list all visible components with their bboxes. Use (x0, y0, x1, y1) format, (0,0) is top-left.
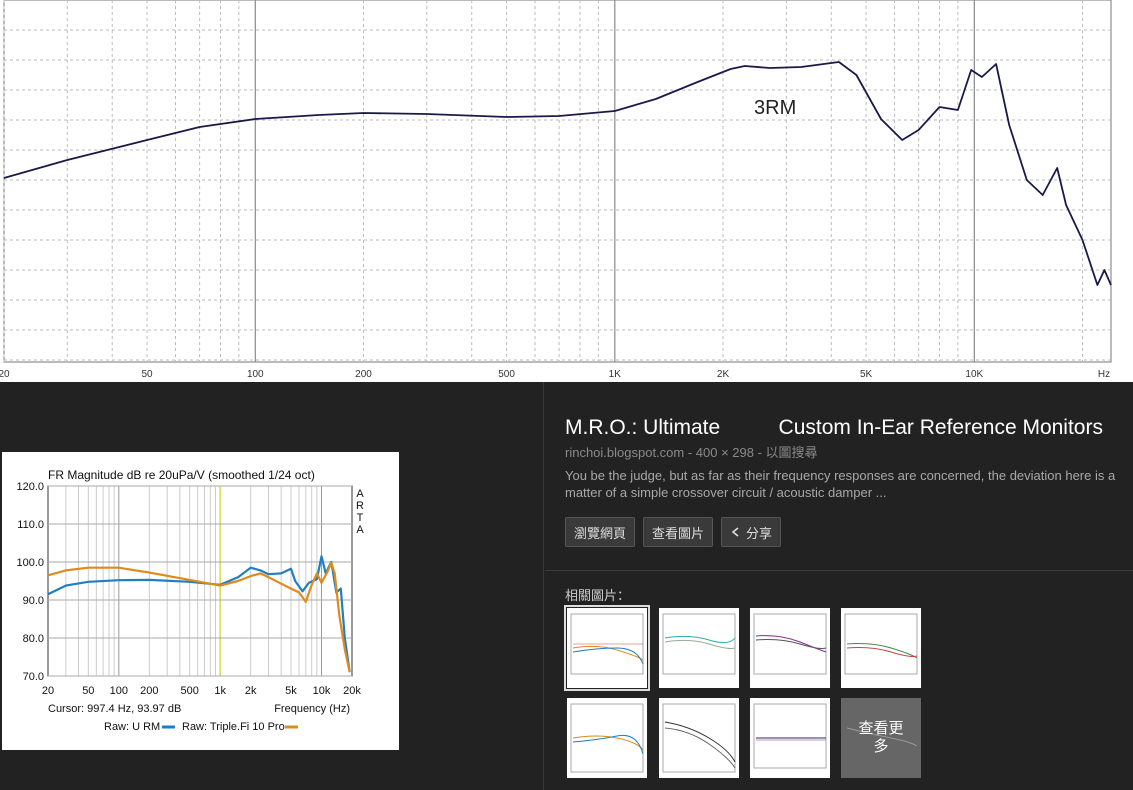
x-tick-label: 100 (247, 369, 264, 380)
image-info: M.R.O.: Ultimate Custom In-Ear Reference… (565, 416, 1130, 547)
section-divider (545, 570, 1133, 571)
x-axis-label: Frequency (Hz) (274, 703, 350, 715)
x-tick-label: 1k (214, 685, 226, 697)
share-button[interactable]: 分享 (721, 517, 782, 547)
y-tick-label: 110.0 (17, 519, 44, 531)
x-tick-label: 500 (180, 685, 198, 697)
image-title[interactable]: M.R.O.: Ultimate Custom In-Ear Reference… (565, 416, 1130, 440)
plot-area (3, 0, 1112, 363)
thumbnail-image (662, 613, 736, 675)
arta-side-letter: R (356, 500, 364, 512)
related-thumbnail[interactable] (659, 608, 739, 688)
image-description: You be the judge, but as far as their fr… (565, 468, 1116, 500)
top-frequency-response-chart: 20 50 100 200 500 1K 2K 5K 10K Hz 3RM (0, 0, 1133, 382)
x-tick-label: 20k (343, 685, 361, 697)
y-tick-label: 100.0 (16, 557, 44, 569)
thumbnail-image (570, 613, 644, 675)
x-tick-label: 50 (142, 369, 154, 380)
thumbnail-image (753, 613, 827, 675)
related-thumbnail[interactable] (659, 698, 739, 778)
x-tick-label: 20 (0, 369, 10, 380)
x-tick-label: 200 (140, 685, 158, 697)
chart-title: FR Magnitude dB re 20uPa/V (smoothed 1/2… (48, 468, 315, 482)
legend-label: Raw: U RM (104, 721, 160, 733)
arta-chart-svg: FR Magnitude dB re 20uPa/V (smoothed 1/2… (16, 468, 364, 733)
chart-annotation: 3RM (754, 97, 796, 119)
visit-page-button[interactable]: 瀏覽網頁 (565, 517, 636, 547)
x-tick-label: 5K (860, 369, 873, 380)
x-tick-label: 10k (313, 685, 331, 697)
x-tick-label: 2k (245, 685, 257, 697)
x-tick-label: 2K (717, 369, 730, 380)
x-tick-label: 20 (42, 685, 54, 697)
thumbnail-image (570, 703, 644, 773)
arta-side-letter: T (357, 512, 364, 524)
panel-divider (543, 382, 544, 790)
thumbnail-image (844, 613, 918, 675)
x-tick-label: 50 (82, 685, 94, 697)
arta-chart: FR Magnitude dB re 20uPa/V (smoothed 1/2… (2, 452, 399, 750)
x-tick-label: 200 (355, 369, 372, 380)
arta-side-letter: A (356, 488, 364, 500)
x-tick-label: 100 (110, 685, 128, 697)
related-thumbnail[interactable] (567, 698, 647, 778)
visit-page-label: 瀏覽網頁 (574, 525, 627, 541)
more-images-label: 查看更 多 (858, 720, 904, 755)
related-thumbnail[interactable] (841, 608, 921, 688)
view-image-button[interactable]: 查看圖片 (643, 517, 714, 547)
related-thumbnail[interactable] (750, 608, 830, 688)
related-images-label: 相關圖片： (565, 588, 631, 603)
image-preview-area[interactable]: FR Magnitude dB re 20uPa/V (smoothed 1/2… (0, 382, 543, 790)
x-tick-label: 1K (609, 369, 622, 380)
legend-label: Raw: Triple.Fi 10 Pro (182, 721, 285, 733)
x-tick-label: 10K (965, 369, 983, 380)
thumbnail-image (662, 703, 736, 773)
y-tick-label: 80.0 (23, 633, 44, 645)
arta-side-letter: A (356, 524, 364, 536)
more-images-button[interactable]: 查看更 多 (841, 698, 921, 778)
top-chart-svg: 20 50 100 200 500 1K 2K 5K 10K Hz 3RM (0, 0, 1112, 380)
share-label: 分享 (746, 525, 773, 541)
x-tick-label: 5k (285, 685, 297, 697)
view-image-label: 查看圖片 (652, 525, 705, 541)
x-unit-label: Hz (1098, 369, 1110, 380)
y-tick-label: 120.0 (16, 481, 44, 493)
share-icon (731, 527, 739, 537)
cursor-readout: Cursor: 997.4 Hz, 93.97 dB (48, 703, 181, 715)
related-thumbnail[interactable] (564, 605, 650, 691)
image-meta[interactable]: rinchoi.blogspot.com - 400 × 298 - 以圖搜尋 (565, 442, 1130, 461)
y-tick-label: 90.0 (23, 595, 44, 607)
x-tick-label: 500 (498, 369, 515, 380)
action-buttons: 瀏覽網頁 查看圖片 分享 (565, 517, 1130, 547)
image-detail-panel: FR Magnitude dB re 20uPa/V (smoothed 1/2… (0, 382, 1133, 790)
related-thumbnail[interactable] (750, 698, 830, 778)
thumbnail-image (753, 703, 827, 769)
y-tick-label: 70.0 (23, 671, 44, 683)
